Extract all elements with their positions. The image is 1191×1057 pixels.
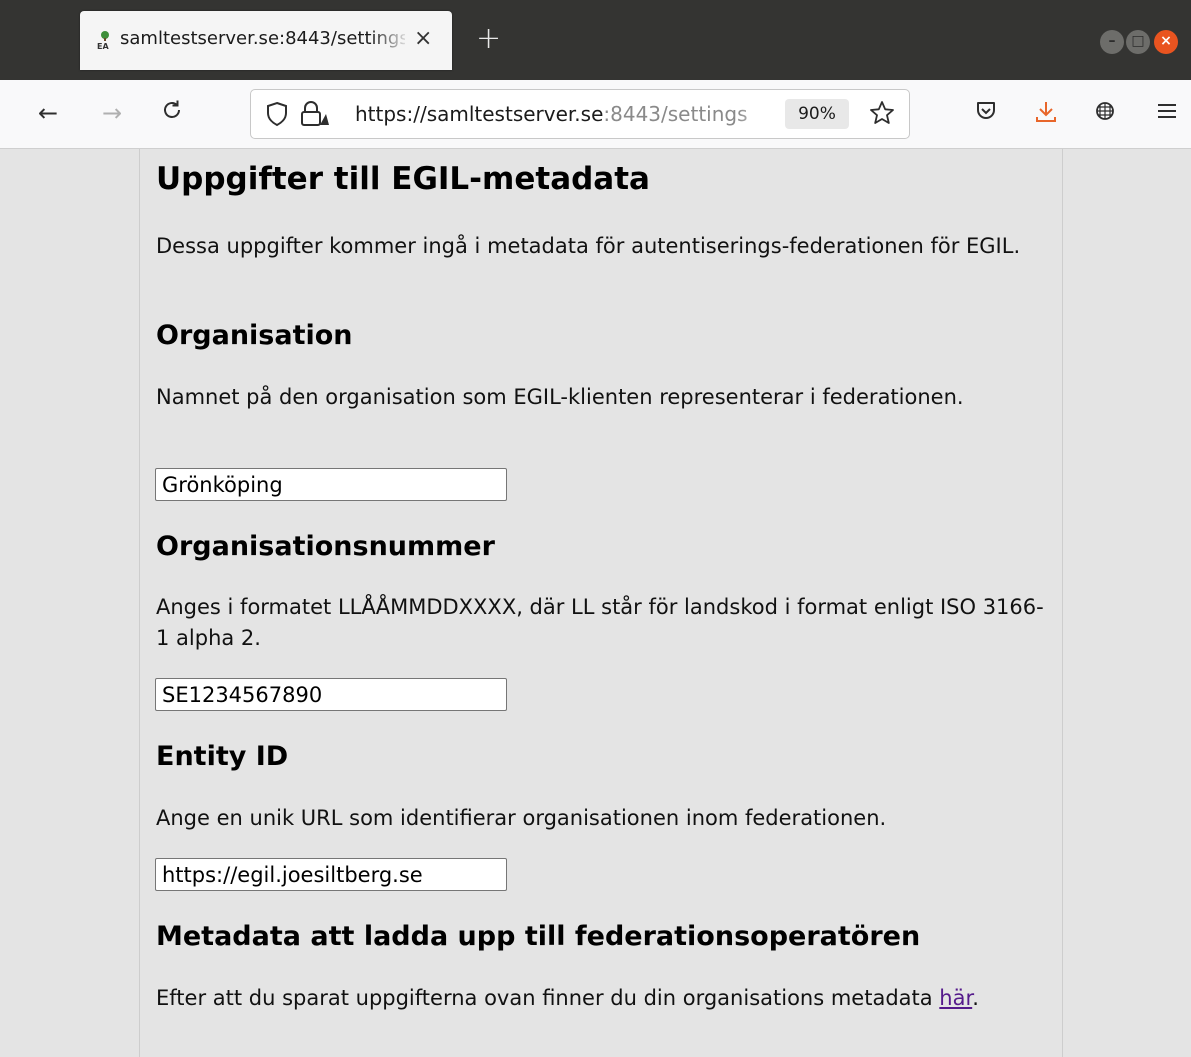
pocket-icon[interactable] xyxy=(975,100,997,122)
orgnumber-description: Anges i formatet LLÅÅMMDDXXXX, där LL st… xyxy=(156,595,1044,650)
forward-arrow-icon[interactable]: → xyxy=(102,98,122,128)
orgnumber-heading: Organisationsnummer xyxy=(156,531,495,562)
tab-title-fade xyxy=(370,23,410,57)
page-title: Uppgifter till EGIL-metadata xyxy=(156,161,650,197)
tracking-shield-icon[interactable] xyxy=(265,101,289,127)
menu-icon[interactable] xyxy=(1156,100,1178,122)
url-fade xyxy=(737,96,777,132)
close-icon: × xyxy=(1160,33,1172,49)
organisation-heading: Organisation xyxy=(156,320,353,351)
metadata-text-end: . xyxy=(972,986,979,1010)
organisation-description: Namnet på den organisation som EGIL-klie… xyxy=(156,385,964,409)
intro-text: Dessa uppgifter kommer ingå i metadata f… xyxy=(156,234,1021,258)
settings-panel: Uppgifter till EGIL-metadata Dessa uppgi… xyxy=(139,149,1063,1057)
organisation-input[interactable] xyxy=(155,468,507,501)
minimize-icon: – xyxy=(1108,33,1116,49)
entity-id-heading: Entity ID xyxy=(156,741,289,772)
active-tab[interactable]: EA samltestserver.se:8443/settings × xyxy=(80,11,452,70)
metadata-description: Efter att du sparat uppgifterna ovan fin… xyxy=(156,983,1046,1014)
svg-text:EA: EA xyxy=(97,42,109,50)
site-favicon-icon: EA xyxy=(97,31,109,50)
close-tab-icon[interactable]: × xyxy=(414,25,432,53)
entity-id-description: Ange en unik URL som identifierar organi… xyxy=(156,806,887,830)
new-tab-icon[interactable]: + xyxy=(476,24,501,54)
back-arrow-icon[interactable]: ← xyxy=(38,98,58,128)
url-host: https://samltestserver.se xyxy=(355,102,604,126)
orgnumber-input[interactable] xyxy=(155,678,507,711)
url-text[interactable]: https://samltestserver.se:8443/settings xyxy=(355,102,775,126)
maximize-icon: □ xyxy=(1131,33,1145,49)
metadata-link[interactable]: här xyxy=(939,986,972,1010)
address-bar[interactable]: https://samltestserver.se:8443/settings … xyxy=(250,89,910,139)
minimize-window-button[interactable]: – xyxy=(1100,30,1124,54)
tab-title: samltestserver.se:8443/settings xyxy=(120,28,405,49)
navigation-toolbar: ← → https://samltestserver.se:8443/setti… xyxy=(0,80,1191,149)
entity-id-input[interactable] xyxy=(155,858,507,891)
page-viewport: Uppgifter till EGIL-metadata Dessa uppgi… xyxy=(0,149,1191,1057)
bookmark-star-icon[interactable] xyxy=(869,100,895,126)
download-icon[interactable] xyxy=(1034,100,1058,124)
zoom-level-button[interactable]: 90% xyxy=(785,99,849,129)
metadata-text: Efter att du sparat uppgifterna ovan fin… xyxy=(156,986,940,1010)
tab-bar: EA samltestserver.se:8443/settings × + –… xyxy=(0,0,1191,80)
url-path: :8443/settings xyxy=(603,102,748,126)
reload-icon[interactable] xyxy=(160,98,184,122)
lock-icon[interactable] xyxy=(299,101,329,127)
maximize-window-button[interactable]: □ xyxy=(1126,30,1150,54)
metadata-heading: Metadata att ladda upp till federationso… xyxy=(156,921,921,952)
extension-globe-icon[interactable] xyxy=(1094,100,1116,122)
close-window-button[interactable]: × xyxy=(1154,30,1178,54)
